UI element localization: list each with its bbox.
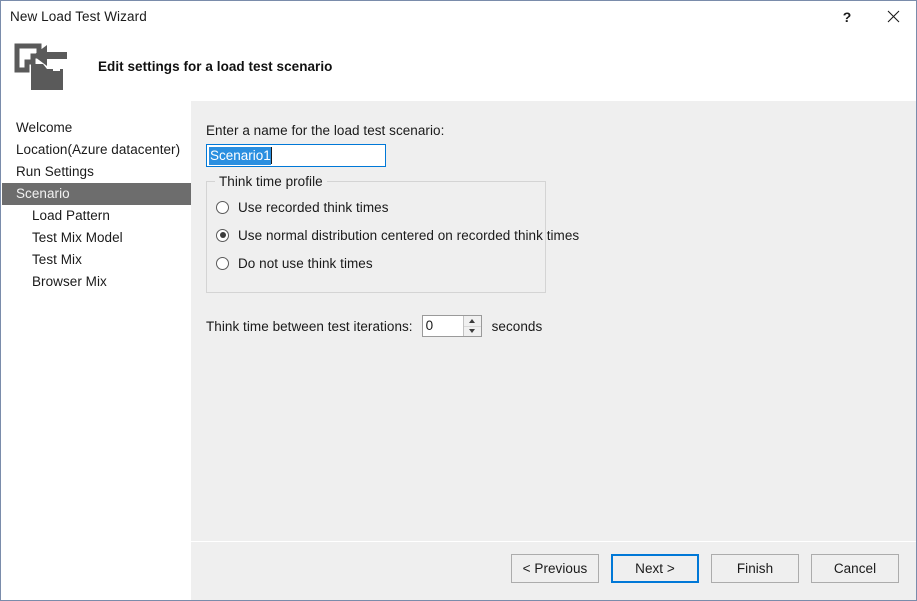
header-title: Edit settings for a load test scenario [98, 59, 333, 74]
radio-option-3[interactable]: Do not use think times [216, 252, 545, 274]
radio-option-label: Use normal distribution centered on reco… [238, 227, 580, 243]
think-time-iterations-label: Think time between test iterations: [206, 318, 413, 334]
radio-unchecked-icon[interactable] [216, 256, 229, 270]
radio-option-label: Do not use think times [238, 255, 373, 271]
sidebar-item-test-mix[interactable]: Test Mix [2, 249, 191, 271]
finish-button[interactable]: Finish [711, 554, 799, 583]
wizard-navigation-buttons: < Previous Next > Finish Cancel [511, 554, 899, 583]
radio-option-2[interactable]: Use normal distribution centered on reco… [216, 224, 579, 246]
scenario-name-input[interactable]: Scenario1 [206, 144, 386, 167]
close-button[interactable] [870, 1, 916, 32]
think-time-iterations-row: Think time between test iterations: seco… [206, 315, 916, 337]
think-time-profile-group: Think time profile Use recorded think ti… [206, 174, 579, 293]
spinner-buttons [462, 316, 481, 337]
spinner-decrement-button[interactable] [463, 325, 481, 337]
next-button[interactable]: Next > [611, 554, 699, 583]
cancel-button[interactable]: Cancel [811, 554, 899, 583]
caret-down-icon [469, 329, 476, 334]
new-load-test-wizard-dialog: New Load Test Wizard ? Edit settings for [0, 0, 917, 601]
sidebar-item-run-settings[interactable]: Run Settings [2, 161, 191, 183]
sidebar-item-scenario[interactable]: Scenario [2, 183, 191, 205]
think-time-profile-title: Think time profile [215, 174, 327, 189]
wizard-step-sidebar: Welcome Location(Azure datacenter) Run Set… [2, 101, 191, 600]
sidebar-item-welcome[interactable]: Welcome [2, 117, 191, 139]
previous-button[interactable]: < Previous [511, 554, 599, 583]
caret-up-icon [469, 318, 476, 323]
help-button[interactable]: ? [824, 1, 870, 32]
titlebar: New Load Test Wizard ? [1, 1, 916, 32]
text-caret [270, 147, 272, 164]
radio-option-1[interactable]: Use recorded think times [216, 196, 545, 218]
think-time-radio-list: Use recorded think times Use normal distr… [207, 196, 579, 274]
think-time-value-input[interactable] [422, 316, 463, 336]
sidebar-item-load-pattern[interactable]: Load Pattern [2, 205, 191, 227]
think-time-spinner[interactable] [421, 315, 482, 337]
import-folder-icon [10, 35, 74, 99]
think-time-unit-label: seconds [491, 318, 543, 334]
header-band: Edit settings for a load test scenario [2, 32, 916, 101]
content-panel: Enter a name for the load test scenario:… [191, 101, 916, 541]
sidebar-item-browser-mix[interactable]: Browser Mix [2, 271, 191, 293]
scenario-name-value: Scenario1 [209, 146, 271, 165]
wizard-step-list: Welcome Location(Azure datacenter) Run Set… [2, 101, 191, 293]
scenario-name-label: Enter a name for the load test scenario: [206, 123, 445, 138]
sidebar-item-location-azure-datacenter[interactable]: Location(Azure datacenter) [2, 139, 191, 161]
sidebar-item-test-mix-model[interactable]: Test Mix Model [2, 227, 191, 249]
radio-unchecked-icon[interactable] [216, 200, 229, 214]
spinner-increment-button[interactable] [464, 316, 481, 326]
radio-checked-icon[interactable] [216, 228, 229, 242]
titlebar-buttons: ? [824, 1, 916, 32]
close-icon [887, 10, 899, 23]
window-title: New Load Test Wizard [10, 9, 147, 24]
radio-option-label: Use recorded think times [238, 199, 389, 215]
footer-bar: < Previous Next > Finish Cancel [191, 542, 916, 600]
